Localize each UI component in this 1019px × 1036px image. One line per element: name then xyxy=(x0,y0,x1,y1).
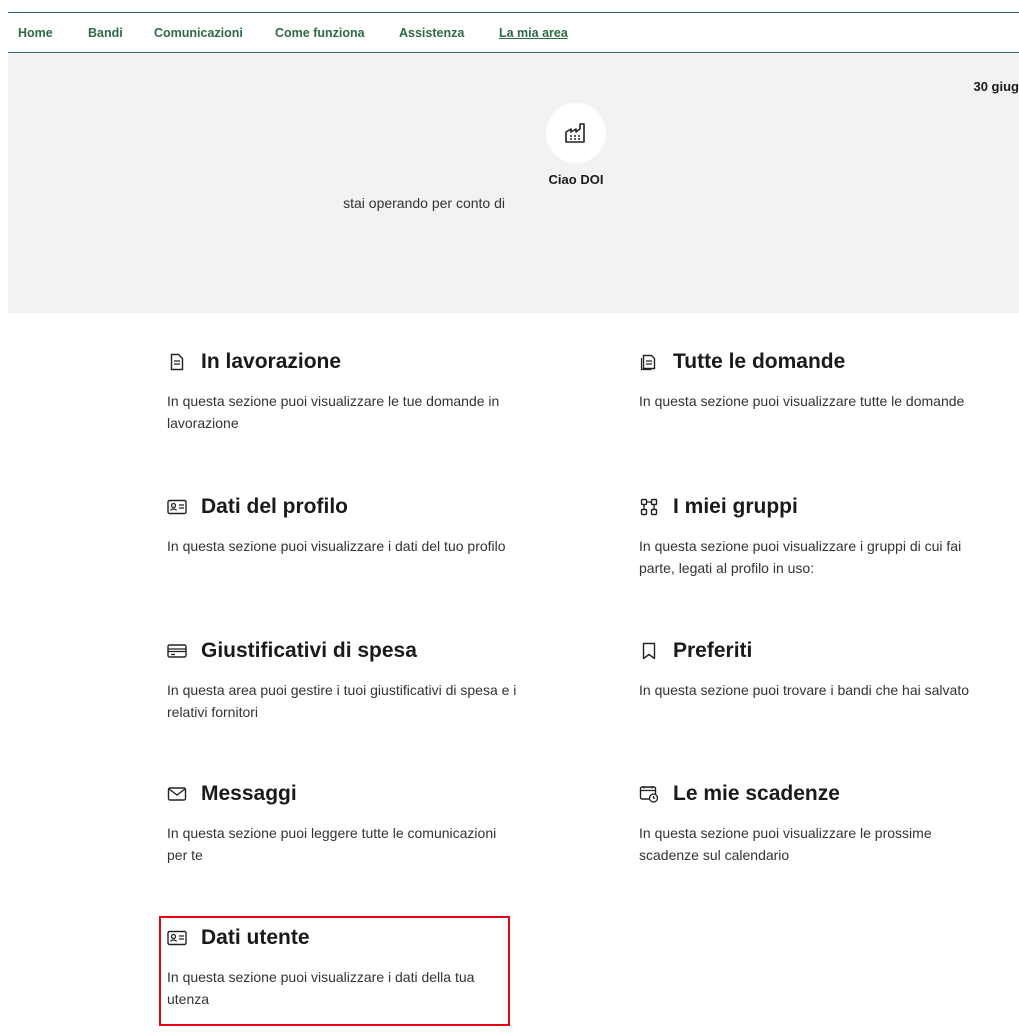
credit-card-icon xyxy=(167,641,187,661)
nav-la-mia-area[interactable]: La mia area xyxy=(499,26,568,40)
section-description: In questa sezione puoi visualizzare i da… xyxy=(167,538,506,554)
document-icon xyxy=(167,352,187,372)
section-title[interactable]: In lavorazione xyxy=(201,350,341,374)
section-in-lavorazione[interactable]: In lavorazione In questa sezione puoi vi… xyxy=(167,348,527,434)
welcome-banner: 30 giug Ciao DOI stai operando per conto… xyxy=(8,53,1019,313)
greeting: Ciao DOI xyxy=(548,172,604,187)
section-title[interactable]: Tutte le domande xyxy=(673,350,845,374)
factory-icon xyxy=(565,123,585,143)
nav-bandi[interactable]: Bandi xyxy=(88,26,123,40)
section-title[interactable]: Giustificativi di spesa xyxy=(201,639,417,663)
operating-for-label: stai operando per conto di xyxy=(343,195,505,211)
top-navigation: Home Bandi Comunicazioni Come funziona A… xyxy=(8,12,1019,53)
documents-icon xyxy=(639,352,659,372)
section-preferiti[interactable]: Preferiti In questa sezione puoi trovare… xyxy=(639,637,999,701)
section-title[interactable]: Dati del profilo xyxy=(201,495,348,519)
section-i-miei-gruppi[interactable]: I miei gruppi In questa sezione puoi vis… xyxy=(639,493,999,579)
section-dati-del-profilo[interactable]: Dati del profilo In questa sezione puoi … xyxy=(167,493,527,557)
section-description: In questa sezione puoi leggere tutte le … xyxy=(167,825,497,863)
section-description: In questa sezione puoi visualizzare le p… xyxy=(639,825,932,863)
avatar xyxy=(546,103,606,163)
section-description: In questa sezione puoi visualizzare tutt… xyxy=(639,393,965,409)
section-title[interactable]: Messaggi xyxy=(201,782,297,806)
section-le-mie-scadenze[interactable]: Le mie scadenze In questa sezione puoi v… xyxy=(639,780,999,866)
nav-comunicazioni[interactable]: Comunicazioni xyxy=(154,26,243,40)
section-description: In questa area puoi gestire i tuoi giust… xyxy=(167,682,517,720)
calendar-icon xyxy=(639,784,659,804)
groups-icon xyxy=(639,497,659,517)
bookmark-icon xyxy=(639,641,659,661)
current-date: 30 giug xyxy=(973,79,1019,94)
id-card-icon xyxy=(167,497,187,517)
section-title[interactable]: Preferiti xyxy=(673,639,752,663)
section-title[interactable]: I miei gruppi xyxy=(673,495,798,519)
highlight-box xyxy=(159,916,510,1026)
section-description: In questa sezione puoi trovare i bandi c… xyxy=(639,682,969,698)
section-description: In questa sezione puoi visualizzare i gr… xyxy=(639,538,962,576)
section-description: In questa sezione puoi visualizzare le t… xyxy=(167,393,500,431)
nav-come-funziona[interactable]: Come funziona xyxy=(275,26,365,40)
section-title[interactable]: Le mie scadenze xyxy=(673,782,840,806)
nav-home[interactable]: Home xyxy=(18,26,53,40)
mail-icon xyxy=(167,784,187,804)
section-messaggi[interactable]: Messaggi In questa sezione puoi leggere … xyxy=(167,780,527,866)
nav-assistenza[interactable]: Assistenza xyxy=(399,26,464,40)
section-tutte-le-domande[interactable]: Tutte le domande In questa sezione puoi … xyxy=(639,348,999,412)
section-giustificativi-di-spesa[interactable]: Giustificativi di spesa In questa area p… xyxy=(167,637,527,723)
